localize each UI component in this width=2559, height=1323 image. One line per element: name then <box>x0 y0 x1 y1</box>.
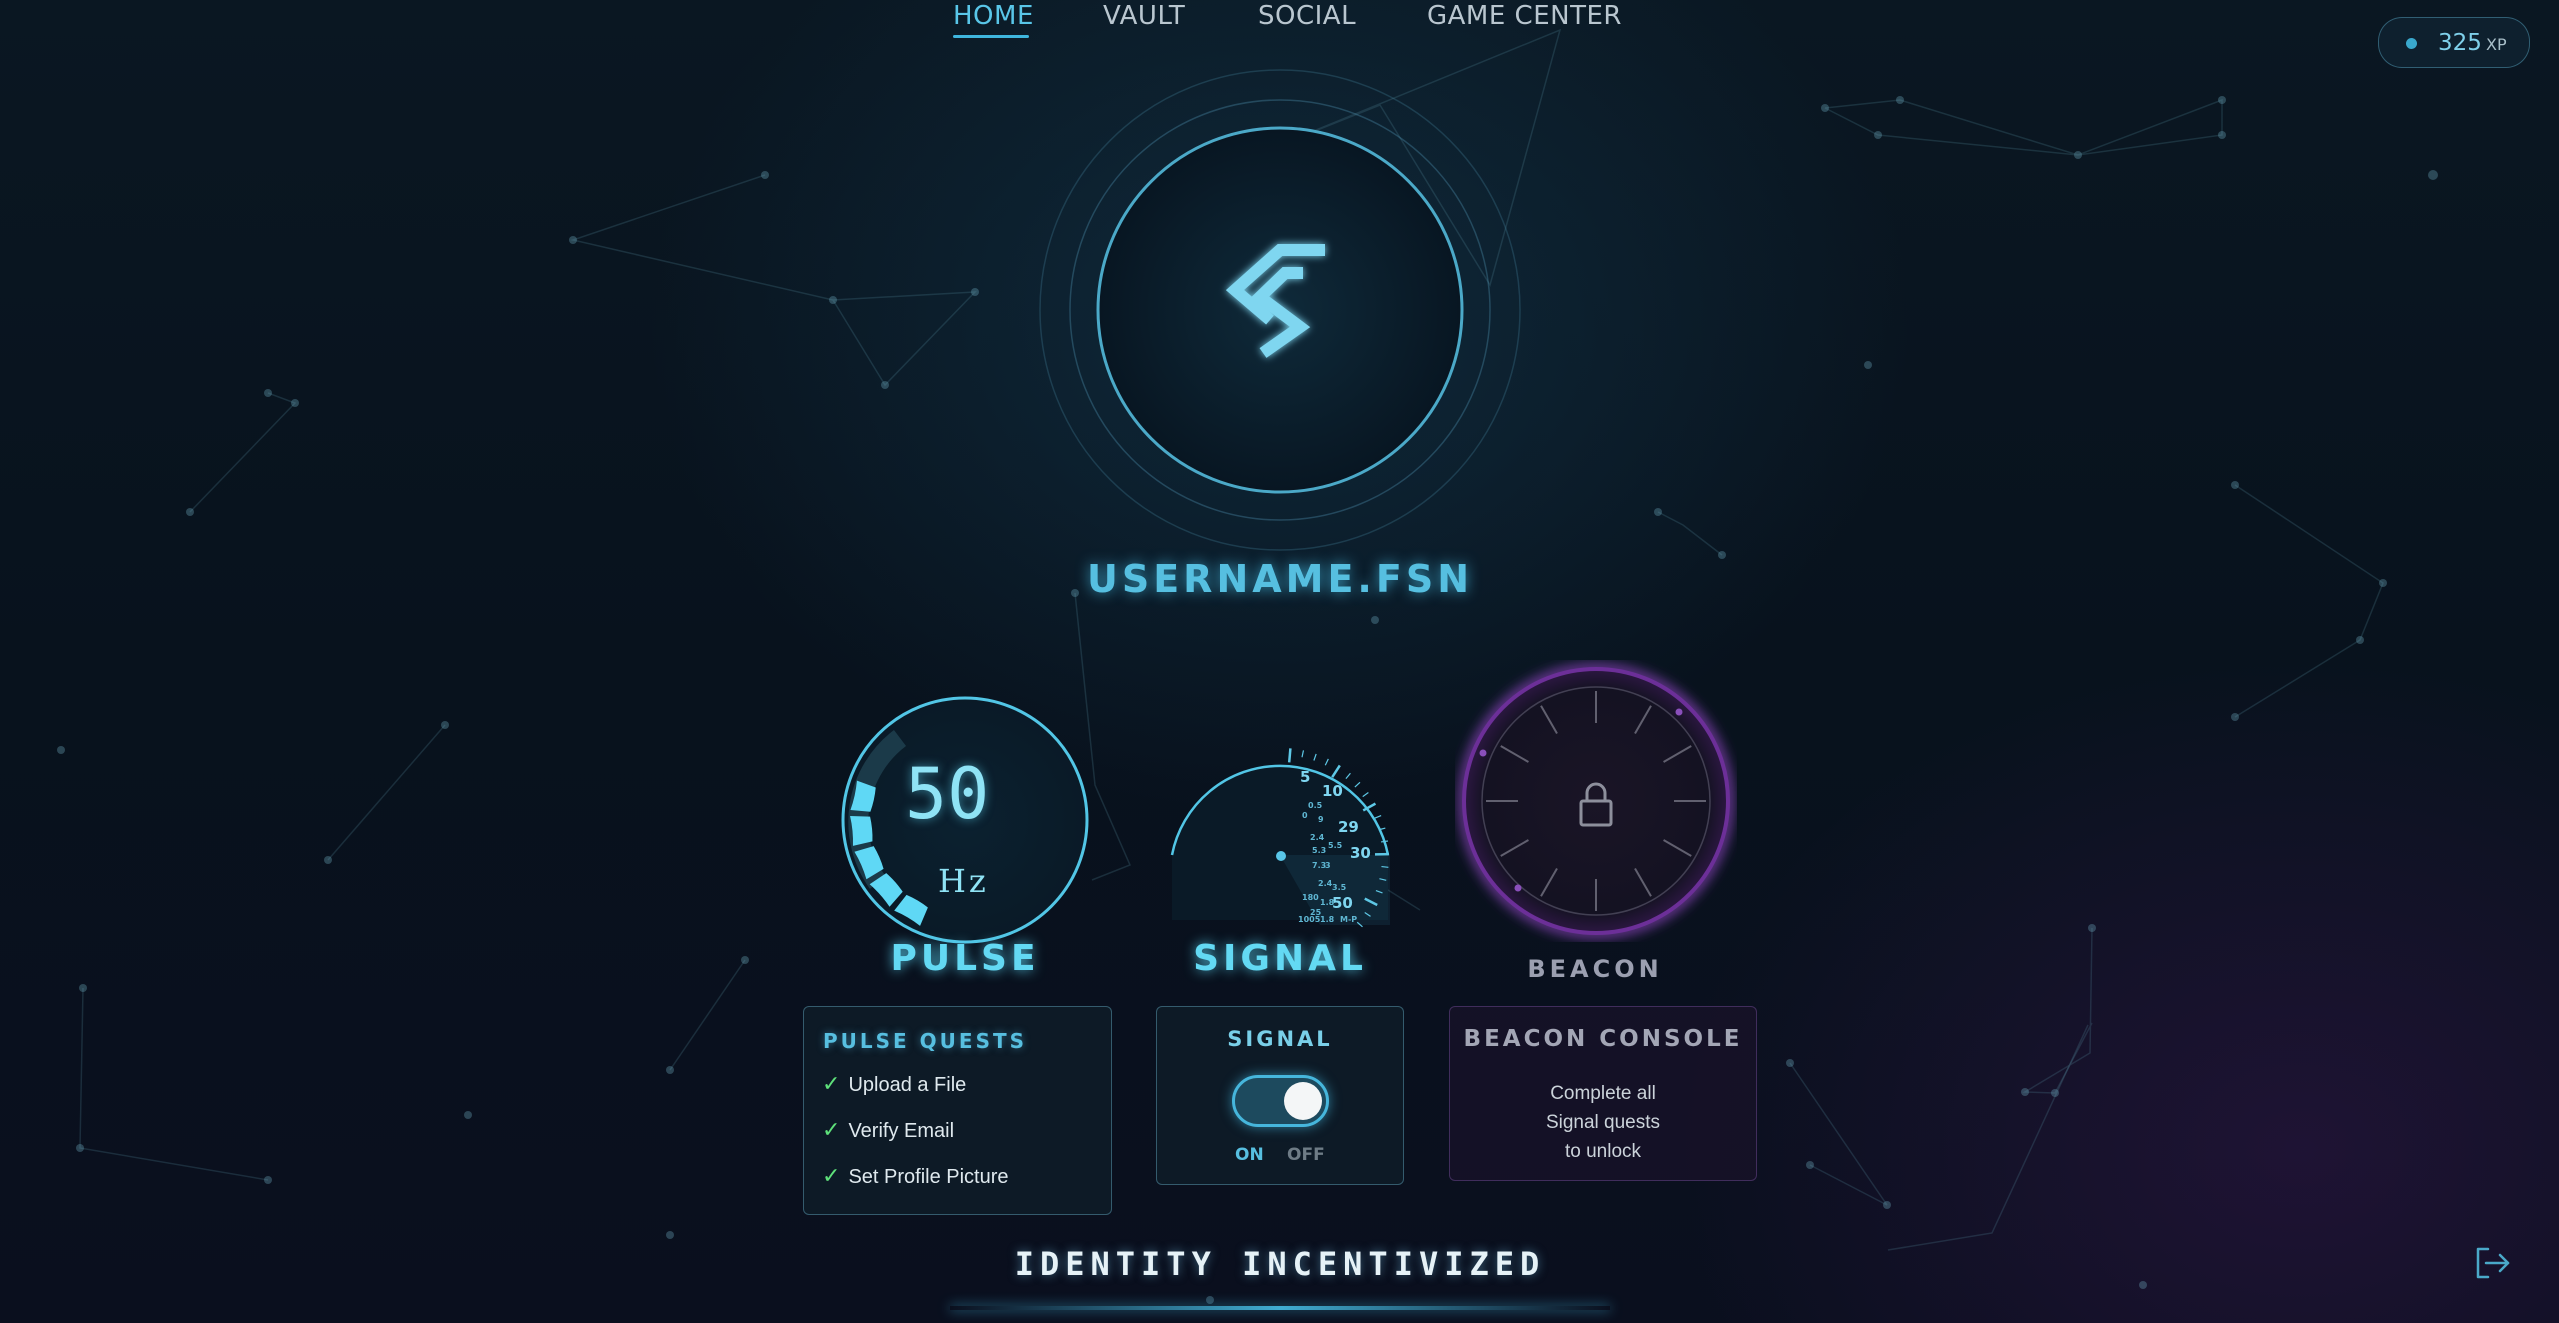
pulse-value: 50 <box>905 753 990 835</box>
quest-label: Set Profile Picture <box>848 1166 1009 1188</box>
beacon-dot <box>1479 749 1487 757</box>
quest-item[interactable]: ✓ Upload a File <box>822 1072 966 1097</box>
signal-minor-label: 0 <box>1302 811 1308 820</box>
beacon-label: BEACON <box>1527 955 1663 983</box>
beacon-message-line: to unlock <box>1564 1141 1642 1162</box>
signal-dial-label: 30 <box>1350 844 1371 862</box>
signal-toggle[interactable] <box>1232 1075 1329 1127</box>
signal-minor-label: 9 <box>1318 815 1324 824</box>
signal-tick <box>1331 764 1341 778</box>
signal-dial-label: 50 <box>1332 894 1353 912</box>
signal-minor-label: M-P <box>1340 915 1357 924</box>
signal-tick <box>1345 772 1351 780</box>
signal-minor-label: 0.5 <box>1308 801 1323 810</box>
toggle-on-label[interactable]: ON <box>1235 1145 1264 1165</box>
quest-label: Upload a File <box>848 1074 967 1096</box>
quest-item[interactable]: ✓ Verify Email <box>822 1118 954 1143</box>
quest-item[interactable]: ✓ Set Profile Picture <box>822 1164 1009 1189</box>
signal-minor-label: 5.5 <box>1328 841 1343 850</box>
quest-label: Verify Email <box>848 1120 955 1142</box>
signal-minor-label: 5.3 <box>1312 846 1326 855</box>
beacon-message-line: Complete all <box>1550 1083 1656 1104</box>
pulse-quests-title: PULSE QUESTS <box>823 1029 1028 1053</box>
signal-minor-label: 180 <box>1302 893 1319 902</box>
username: USERNAME.FSN <box>1087 557 1473 601</box>
signal-minor-label: 3.5 <box>1332 883 1347 892</box>
signal-tick <box>1301 750 1305 758</box>
nav-home-label: HOME <box>953 1 1034 31</box>
beacon-console-message: Complete all Signal quests to unlock <box>1450 1079 1756 1166</box>
beacon-console-title: BEACON CONSOLE <box>1463 1026 1743 1052</box>
signal-minor-label: 3 <box>1325 861 1331 870</box>
nav-home[interactable]: HOME <box>953 0 1033 42</box>
beacon-gauge[interactable] <box>1455 660 1737 942</box>
beacon-dot <box>1675 708 1683 716</box>
pulse-fill-segment <box>850 815 873 846</box>
signal-gauge[interactable]: 5102930500.50 92.45.35.57.332.4 3.51801.82… <box>1160 740 1405 930</box>
avatar[interactable] <box>1035 65 1525 555</box>
top-nav: HOME VAULT SOCIAL GAME CENTER <box>0 0 2559 44</box>
tagline: IDENTITY INCENTIVIZED <box>1014 1245 1546 1283</box>
pulse-quests-panel: PULSE QUESTS ✓ Upload a File ✓ Verify Emai… <box>803 1006 1112 1215</box>
beacon-message-line: Signal quests <box>1545 1112 1661 1133</box>
signal-tick <box>1324 758 1329 766</box>
signal-tick <box>1374 814 1382 819</box>
signal-dial-label: 5 <box>1300 768 1310 786</box>
signal-minor-label: 2.4 <box>1310 833 1325 842</box>
nav-social-label: SOCIAL <box>1258 1 1357 31</box>
xp-badge[interactable]: 325 XP <box>2378 17 2530 68</box>
signal-tick <box>1381 865 1389 868</box>
signal-label: SIGNAL <box>1193 938 1367 979</box>
check-icon: ✓ <box>822 1118 841 1143</box>
signal-panel: SIGNAL ON OFF <box>1156 1006 1404 1185</box>
nav-vault[interactable]: VAULT <box>1103 0 1185 42</box>
nav-game-center[interactable]: GAME CENTER <box>1427 0 1622 42</box>
signal-needle-pivot <box>1276 851 1286 861</box>
signal-tick <box>1362 792 1369 798</box>
check-icon: ✓ <box>822 1164 841 1189</box>
signal-minor-label: 2.4 <box>1318 879 1333 888</box>
signal-dial-label: 10 <box>1322 782 1343 800</box>
signal-tick <box>1313 753 1317 761</box>
beacon-console-panel: BEACON CONSOLE Complete all Signal quest… <box>1449 1006 1757 1181</box>
xp-value: 325 <box>2438 30 2482 56</box>
beacon-dot <box>1514 884 1522 892</box>
nav-social[interactable]: SOCIAL <box>1258 0 1356 42</box>
check-icon: ✓ <box>822 1072 841 1097</box>
pulse-unit: Hz <box>938 862 989 900</box>
signal-minor-label: 1.8 <box>1320 898 1335 907</box>
xp-unit: XP <box>2486 35 2507 54</box>
tagline-underline <box>950 1306 1610 1310</box>
nav-game-center-label: GAME CENTER <box>1427 1 1622 31</box>
nav-active-underline <box>953 35 1029 38</box>
pulse-label: PULSE <box>890 938 1040 979</box>
signal-tick <box>1354 781 1361 788</box>
signal-tick <box>1287 748 1292 763</box>
toggle-off-label[interactable]: OFF <box>1287 1145 1325 1165</box>
signal-minor-label: 1.8 <box>1320 915 1335 924</box>
signal-panel-title: SIGNAL <box>1227 1027 1333 1051</box>
signal-dial-label: 29 <box>1338 818 1359 836</box>
toggle-knob <box>1284 1082 1322 1120</box>
logout-icon[interactable] <box>2472 1243 2512 1283</box>
signal-minor-label: 1005 <box>1298 915 1321 924</box>
nav-vault-label: VAULT <box>1103 1 1186 31</box>
xp-dot-icon <box>2406 38 2417 49</box>
